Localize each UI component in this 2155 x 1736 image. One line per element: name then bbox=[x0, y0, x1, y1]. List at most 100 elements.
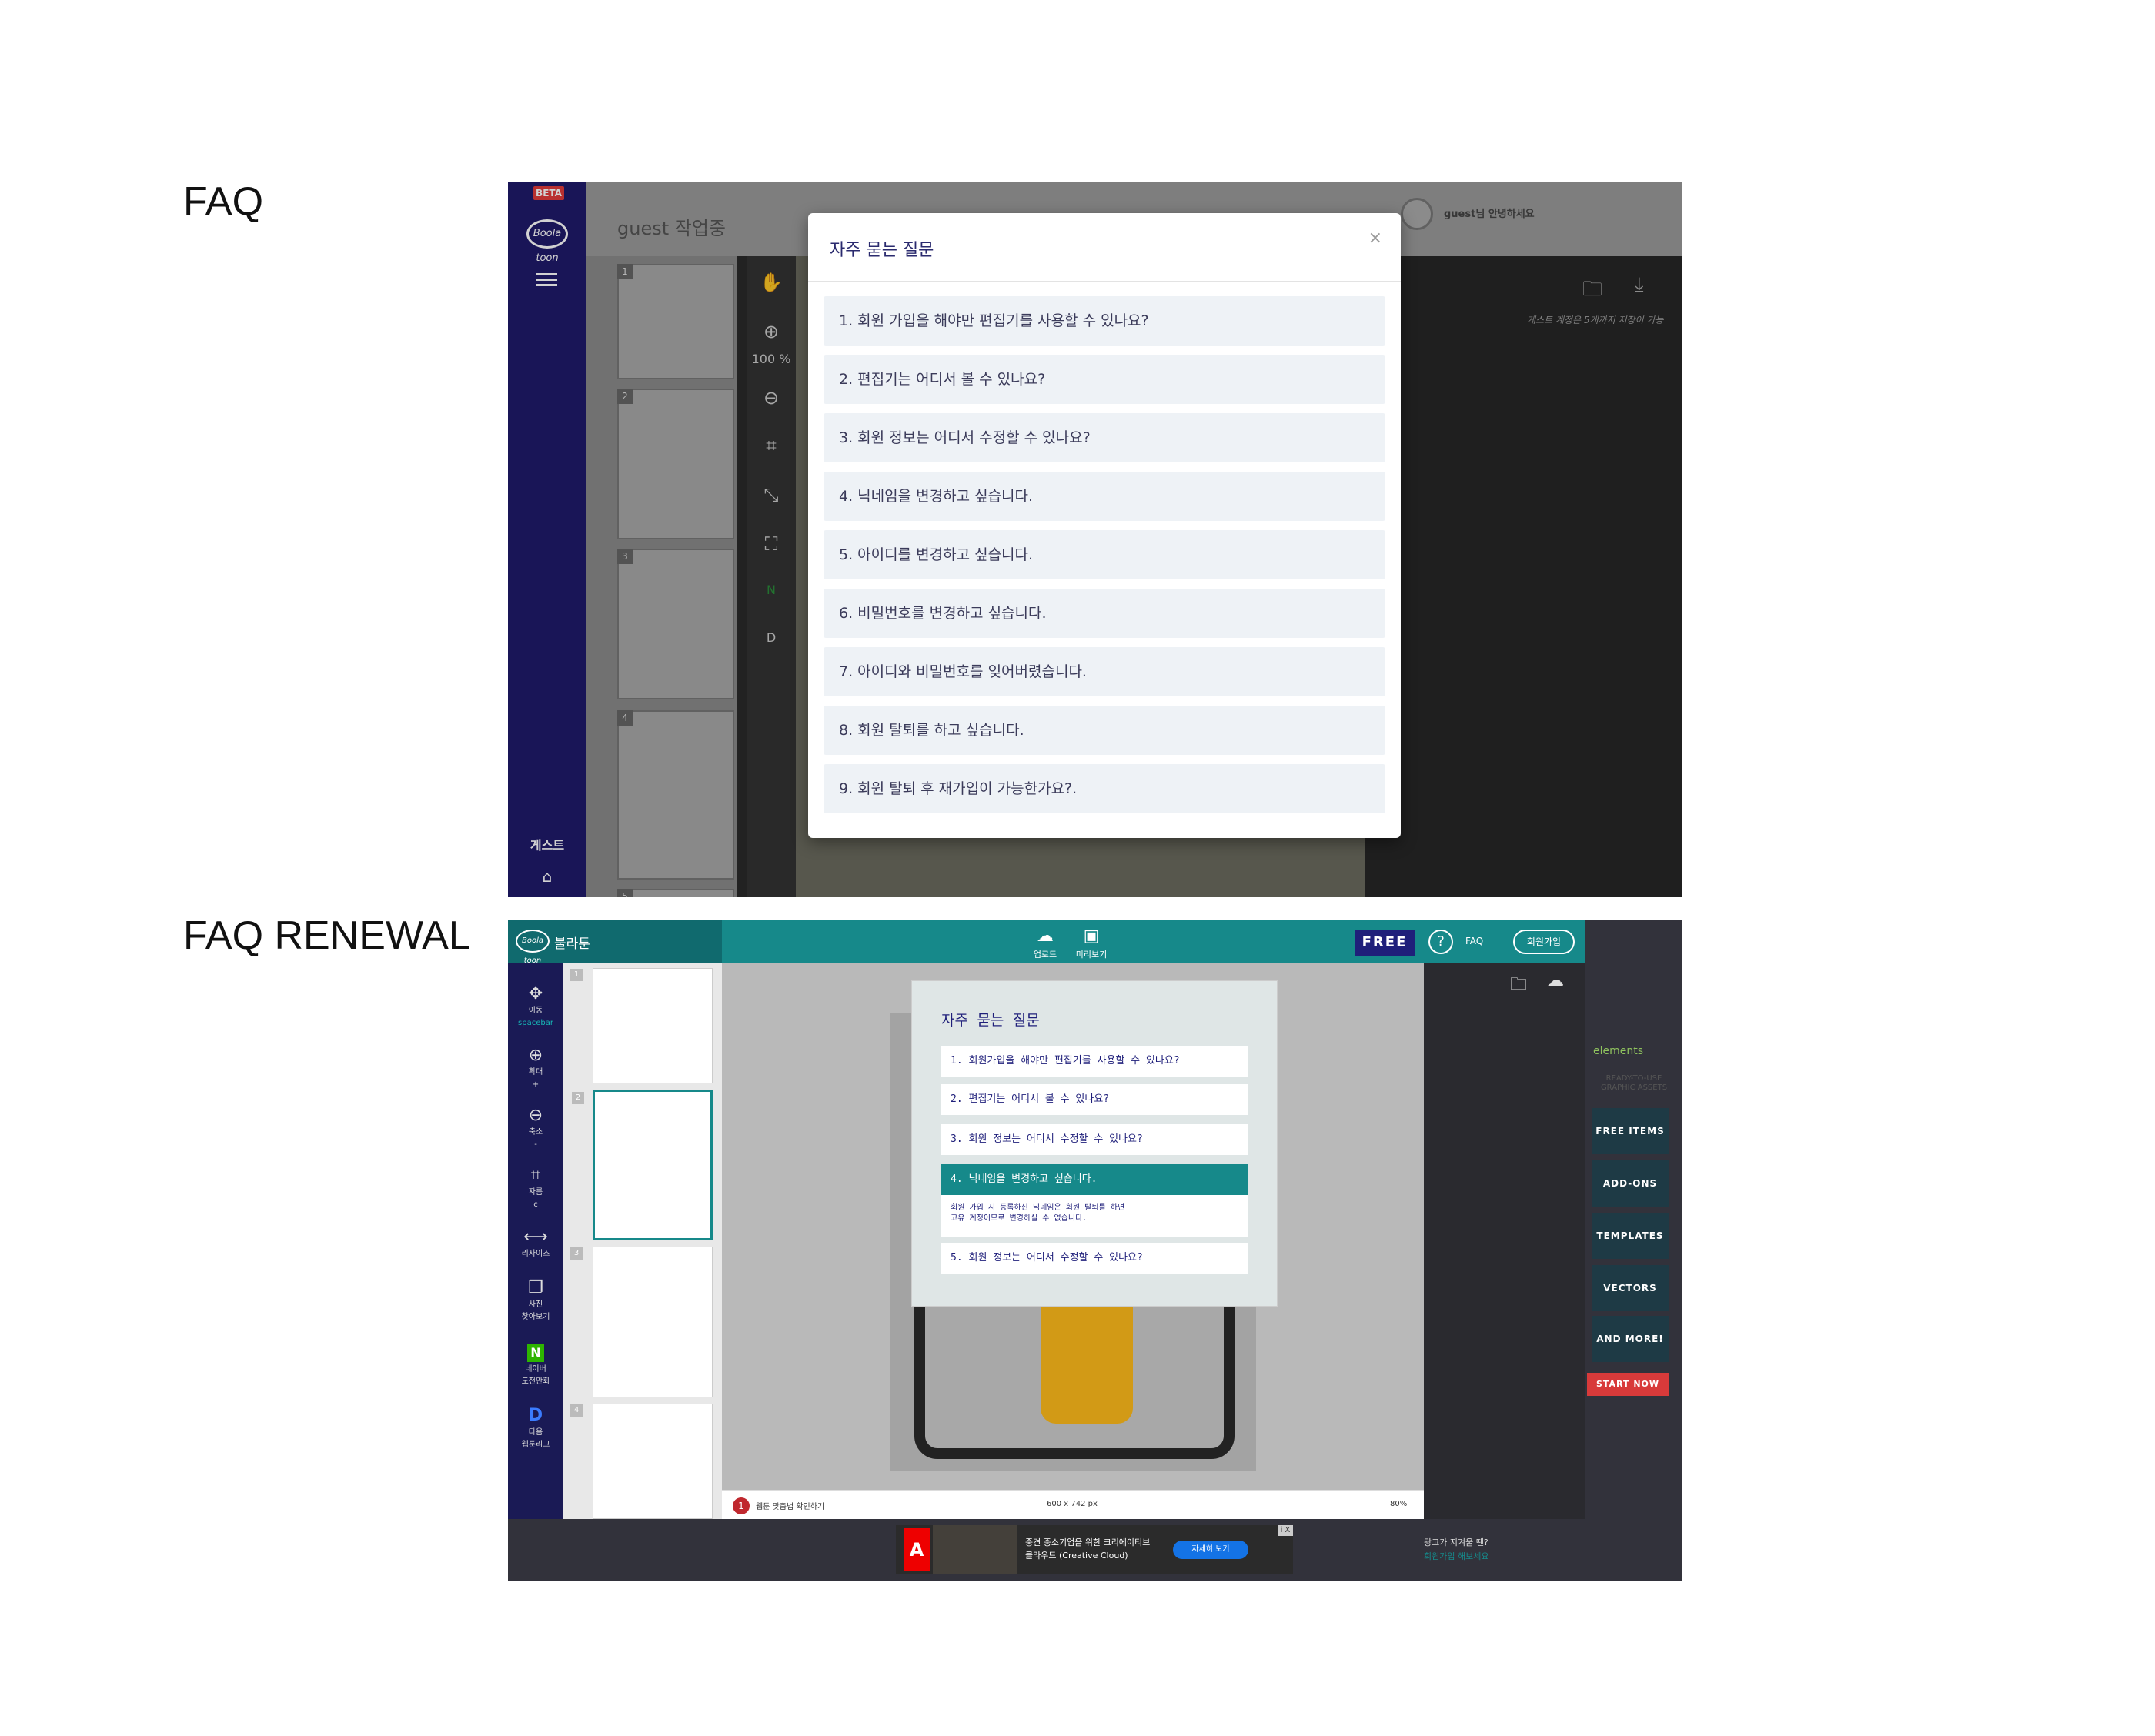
crop-icon[interactable]: ⌗ bbox=[747, 435, 796, 456]
hand-icon[interactable]: ✋ bbox=[747, 272, 796, 293]
new-folder-icon[interactable]: 🗀 bbox=[1510, 971, 1527, 1000]
ad-tile[interactable]: FREE ITEMS bbox=[1592, 1108, 1669, 1154]
header: Boola toon 불라툰 ☁ 업로드 ▣ 미리보기 FREE ? FAQ 회… bbox=[508, 920, 1585, 965]
guest-label[interactable]: 게스트 bbox=[508, 835, 586, 853]
download-icon[interactable]: ⤓ bbox=[1635, 273, 1644, 297]
faq-item[interactable]: 1. 회원가입을 해야만 편집기를 사용할 수 있나요? bbox=[941, 1046, 1248, 1077]
faq-link[interactable]: FAQ bbox=[1465, 936, 1483, 946]
signup-button[interactable]: 회원가입 bbox=[1513, 930, 1575, 954]
thumbnail[interactable]: 1 bbox=[617, 264, 734, 379]
thumbnail[interactable]: 2 bbox=[617, 389, 734, 539]
faq-item[interactable]: 2. 편집기는 어디서 볼 수 있나요? bbox=[941, 1084, 1248, 1115]
boolatoon-logo[interactable]: Boola toon bbox=[526, 219, 568, 264]
zoom-out-icon: ⊖ bbox=[528, 1106, 543, 1125]
banner-photo bbox=[933, 1525, 1017, 1574]
tool-naver[interactable]: N 네이버 도전만화 bbox=[508, 1344, 563, 1387]
faq-item[interactable]: 4. 닉네임을 변경하고 싶습니다. bbox=[824, 472, 1385, 521]
faq-old-screenshot: BETA Boola toon 게스트 ⌂ guest 작업중 guest님 안… bbox=[508, 182, 1682, 897]
daum-icon: D bbox=[528, 1406, 543, 1425]
tool-move[interactable]: ✥ 이동 spacebar bbox=[508, 985, 563, 1028]
right-panel: 🗀 ☁ bbox=[1424, 963, 1585, 1519]
faq-item[interactable]: 2. 편집기는 어디서 볼 수 있나요? bbox=[824, 355, 1385, 404]
resize-icon[interactable]: ⛶ bbox=[747, 533, 796, 555]
zoom-level: 100 % bbox=[751, 352, 791, 366]
brand-name: 불라툰 bbox=[554, 936, 590, 952]
ad-tile[interactable]: VECTORS bbox=[1592, 1265, 1669, 1311]
thumbnail[interactable]: 3 bbox=[617, 549, 734, 699]
faq-renewal-screenshot: Boola toon 불라툰 ☁ 업로드 ▣ 미리보기 FREE ? FAQ 회… bbox=[508, 920, 1682, 1581]
thumbnail[interactable]: 5 bbox=[617, 889, 734, 897]
faq-item[interactable]: 3. 회원 정보는 어디서 수정할 수 있나요? bbox=[941, 1124, 1248, 1155]
divider bbox=[808, 281, 1401, 282]
new-folder-icon[interactable]: 🗀 bbox=[1582, 275, 1602, 309]
boolatoon-logo[interactable]: Boola toon bbox=[516, 930, 550, 965]
banner-text: 중견 중소기업을 위한 크리에이티브 클라우드 (Creative Cloud) bbox=[1025, 1537, 1151, 1561]
right-panel: 🗀 ⤓ 게스트 계정은 5개까지 저장이 가능 bbox=[1365, 256, 1682, 897]
move-icon: ✥ bbox=[528, 984, 543, 1003]
cloud-download-icon[interactable]: ☁ bbox=[1547, 971, 1564, 990]
faq-item[interactable]: 5. 아이디를 변경하고 싶습니다. bbox=[824, 530, 1385, 579]
ad-tile[interactable]: TEMPLATES bbox=[1592, 1213, 1669, 1259]
faq-item[interactable]: 9. 회원 탈퇴 후 재가입이 가능한가요?. bbox=[824, 764, 1385, 813]
image-icon: ▣ bbox=[1083, 926, 1100, 946]
adobe-logo-icon: A bbox=[904, 1528, 930, 1571]
spellcheck-link[interactable]: 웹툰 맞춤법 확인하기 bbox=[756, 1500, 824, 1511]
faq-item[interactable]: 7. 아이디와 비밀번호를 잊어버렸습니다. bbox=[824, 647, 1385, 696]
tool-sidebar: ✥ 이동 spacebar ⊕ 확대 + ⊖ 축소 - ⌗ 자름 c ⟷ 리사이즈 ❐ 사진 찾아보기… bbox=[508, 963, 563, 1544]
thumbnail-panel: 1 2 3 4 bbox=[563, 963, 722, 1519]
thumbnail[interactable]: 1 bbox=[570, 968, 713, 1083]
daum-icon[interactable]: D bbox=[747, 630, 796, 645]
zoom-in-icon[interactable]: ⊕ bbox=[747, 321, 796, 342]
ad-subtitle: READY-TO-USE GRAPHIC ASSETS bbox=[1600, 1074, 1668, 1092]
tool-daum[interactable]: D 다음 웹툰리그 bbox=[508, 1407, 563, 1450]
faq-item[interactable]: 3. 회원 정보는 어디서 수정할 수 있나요? bbox=[824, 413, 1385, 462]
tool-crop[interactable]: ⌗ 자름 c bbox=[508, 1167, 563, 1210]
shrink-icon[interactable]: ⤡ bbox=[747, 484, 796, 506]
ad-close-icon[interactable]: i X bbox=[1278, 1525, 1293, 1536]
naver-icon[interactable]: N bbox=[747, 583, 796, 597]
faq-item-active[interactable]: 4. 닉네임을 변경하고 싶습니다. bbox=[941, 1164, 1248, 1195]
tool-bar: ✋ ⊕ 100 % ⊖ ⌗ ⤡ ⛶ N D bbox=[747, 256, 796, 897]
side-ad[interactable]: elements READY-TO-USE GRAPHIC ASSETS FRE… bbox=[1585, 920, 1682, 1519]
home-icon[interactable]: ⌂ bbox=[508, 867, 586, 886]
ad-question: 광고가 지겨울 땐? bbox=[1424, 1537, 1488, 1547]
banner-more-button[interactable]: 자세히 보기 bbox=[1173, 1541, 1248, 1559]
zoom-in-icon: ⊕ bbox=[528, 1046, 543, 1065]
free-badge[interactable]: FREE bbox=[1355, 930, 1415, 956]
faq-item[interactable]: 6. 비밀번호를 변경하고 싶습니다. bbox=[824, 589, 1385, 638]
preview-button[interactable]: ▣ 미리보기 bbox=[1068, 928, 1114, 960]
section-label-faq-renewal: FAQ RENEWAL bbox=[183, 913, 471, 958]
tool-resize[interactable]: ⟷ 리사이즈 bbox=[508, 1228, 563, 1259]
tool-zoom-in[interactable]: ⊕ 확대 + bbox=[508, 1047, 563, 1090]
avatar[interactable] bbox=[1401, 198, 1433, 230]
ad-tile[interactable]: AND MORE! bbox=[1592, 1316, 1669, 1362]
beta-badge: BETA bbox=[533, 186, 564, 200]
thumbnail[interactable]: 4 bbox=[570, 1404, 713, 1519]
thumbnail-panel: 1 2 3 4 5 bbox=[586, 256, 737, 897]
ad-tile[interactable]: ADD-ONS bbox=[1592, 1160, 1669, 1207]
start-now-button[interactable]: START NOW bbox=[1587, 1373, 1669, 1396]
thumbnail-selected[interactable]: 2 bbox=[572, 1090, 713, 1240]
list-icon[interactable] bbox=[536, 273, 557, 289]
naver-icon: N bbox=[527, 1344, 544, 1362]
left-nav: BETA Boola toon 게스트 ⌂ bbox=[508, 182, 586, 897]
faq-item[interactable]: 5. 회원 정보는 어디서 수정할 수 있나요? bbox=[941, 1243, 1248, 1274]
ad-signup-link[interactable]: 회원가입 해보세요 bbox=[1424, 1550, 1488, 1562]
tool-find-photo[interactable]: ❐ 사진 찾아보기 bbox=[508, 1279, 563, 1322]
upload-button[interactable]: ☁ 업로드 bbox=[1022, 928, 1068, 960]
thumbnail[interactable]: 4 bbox=[617, 710, 734, 880]
zoom-out-icon[interactable]: ⊖ bbox=[747, 387, 796, 409]
section-label-faq: FAQ bbox=[183, 179, 264, 224]
thumbnail[interactable]: 3 bbox=[570, 1247, 713, 1397]
tool-zoom-out[interactable]: ⊖ 축소 - bbox=[508, 1107, 563, 1150]
faq-item[interactable]: 8. 회원 탈퇴를 하고 싶습니다. bbox=[824, 706, 1385, 755]
bottom-ad-bar: A 중견 중소기업을 위한 크리에이티브 클라우드 (Creative Cloud… bbox=[508, 1519, 1682, 1581]
zoom-level: 80% bbox=[1390, 1500, 1408, 1508]
close-icon[interactable]: × bbox=[1368, 229, 1382, 248]
help-icon[interactable]: ? bbox=[1428, 930, 1453, 954]
modal-title: 자주 묻는 질문 bbox=[941, 1012, 1040, 1029]
guest-save-note: 게스트 계정은 5개까지 저장이 가능 bbox=[1527, 315, 1664, 326]
page-indicator[interactable]: 1 bbox=[733, 1497, 750, 1514]
adobe-banner[interactable]: A 중견 중소기업을 위한 크리에이티브 클라우드 (Creative Cloud… bbox=[896, 1525, 1293, 1574]
faq-item[interactable]: 1. 회원 가입을 해야만 편집기를 사용할 수 있나요? bbox=[824, 296, 1385, 346]
